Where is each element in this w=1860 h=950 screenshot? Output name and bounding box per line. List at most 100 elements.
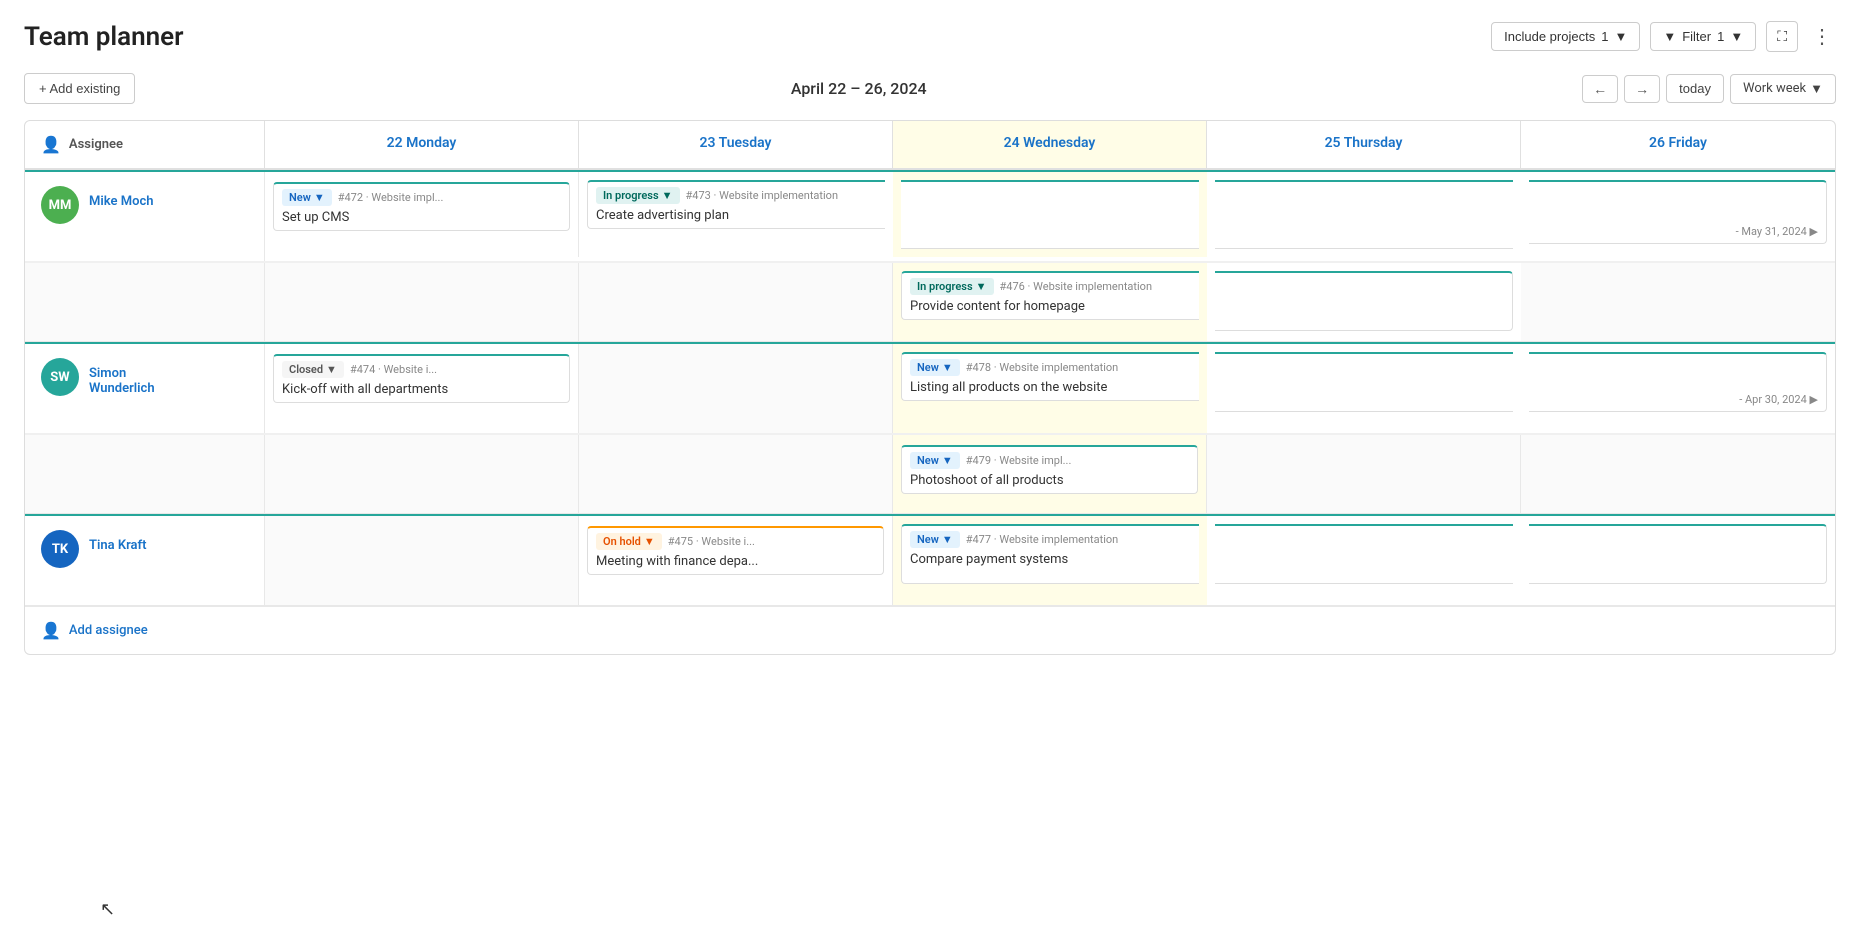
mike-name[interactable]: Mike Moch: [89, 186, 153, 209]
task-477-mid[interactable]: [1215, 524, 1513, 584]
tina-name[interactable]: Tina Kraft: [89, 530, 147, 553]
task-project-475: #475 · Website i...: [668, 535, 755, 548]
add-assignee-row[interactable]: 👤 Add assignee: [25, 606, 1835, 654]
cursor-indicator: ↖: [100, 899, 115, 920]
fullscreen-button[interactable]: ⛶: [1766, 21, 1798, 52]
badge-arrow-478: ▼: [942, 361, 953, 374]
prev-week-button[interactable]: ←: [1582, 75, 1618, 103]
simon-wednesday-cell: New ▼ #478 · Website implementation List…: [893, 344, 1207, 433]
status-badge-closed[interactable]: Closed ▼: [282, 361, 344, 378]
task-project-477: #477 · Website implementation: [966, 533, 1119, 546]
task-478-end[interactable]: - Apr 30, 2024 ▶: [1529, 352, 1827, 412]
task-473-end[interactable]: - May 31, 2024 ▶: [1529, 180, 1827, 244]
task-479-title: Photoshoot of all products: [910, 473, 1189, 488]
mike-thursday-cell: [1207, 172, 1521, 257]
view-chevron-icon: ▼: [1810, 81, 1823, 97]
mike-row-2: In progress ▼ #476 · Website implementat…: [25, 262, 1835, 342]
simon-avatar: SW: [41, 358, 79, 396]
add-assignee-label: Add assignee: [69, 623, 148, 638]
more-options-button[interactable]: ⋮: [1808, 20, 1836, 53]
page-title: Team planner: [24, 22, 184, 52]
task-474[interactable]: Closed ▼ #474 · Website i... Kick-off wi…: [273, 354, 570, 403]
task-475[interactable]: On hold ▼ #475 · Website i... Meeting wi…: [587, 526, 884, 575]
task-474-title: Kick-off with all departments: [282, 382, 561, 397]
filter-label: Filter: [1682, 29, 1711, 44]
status-badge-on-hold[interactable]: On hold ▼: [596, 533, 662, 550]
simon-friday-cell: - Apr 30, 2024 ▶: [1521, 344, 1835, 433]
filter-count: 1: [1717, 29, 1724, 44]
mike-row-1: MM Mike Moch New ▼ #472 · Website impl..…: [25, 172, 1835, 262]
tina-wednesday-cell: New ▼ #477 · Website implementation Comp…: [893, 516, 1207, 605]
simon-monday-cell-2: [265, 435, 579, 513]
mike-monday-cell-2: [265, 263, 579, 341]
badge-arrow: ▼: [662, 189, 673, 202]
friday-header: 26 Friday: [1521, 121, 1835, 168]
status-badge-new[interactable]: New ▼: [282, 189, 332, 206]
task-476-end[interactable]: [1215, 271, 1513, 331]
filter-icon: ▼: [1663, 29, 1676, 44]
status-badge-in-progress[interactable]: In progress ▼: [596, 187, 680, 204]
task-473-start[interactable]: In progress ▼ #473 · Website implementat…: [587, 180, 885, 229]
tina-monday-cell: [265, 516, 579, 605]
end-date-478: - Apr 30, 2024 ▶: [1739, 393, 1818, 406]
status-badge-new-477[interactable]: New ▼: [910, 531, 960, 548]
task-title: Create advertising plan: [596, 208, 877, 223]
badge-arrow-2: ▼: [976, 280, 987, 293]
simon-name[interactable]: SimonWunderlich: [89, 358, 155, 396]
status-badge-new-478[interactable]: New ▼: [910, 359, 960, 376]
filter-button[interactable]: ▼ Filter 1 ▼: [1650, 22, 1756, 51]
mike-friday-cell-2: [1521, 263, 1835, 341]
mike-avatar: MM: [41, 186, 79, 224]
task-475-title: Meeting with finance depa...: [596, 554, 875, 569]
task-478-start[interactable]: New ▼ #478 · Website implementation List…: [901, 352, 1199, 401]
task-478-mid[interactable]: [1215, 352, 1513, 412]
task-project-479: #479 · Website impl...: [966, 454, 1072, 467]
include-projects-label: Include projects: [1504, 29, 1595, 44]
task-title: Set up CMS: [282, 210, 561, 225]
date-range-label: April 22 – 26, 2024: [791, 79, 927, 98]
simon-wednesday-cell-2: New ▼ #479 · Website impl... Photoshoot …: [893, 435, 1207, 513]
view-select[interactable]: Work week ▼: [1730, 74, 1836, 104]
status-badge-in-progress-2[interactable]: In progress ▼: [910, 278, 994, 295]
add-assignee-icon: 👤: [41, 621, 61, 640]
task-477-start[interactable]: New ▼ #477 · Website implementation Comp…: [901, 524, 1199, 584]
mike-assignee-cell-2: [25, 263, 265, 341]
mike-tuesday-cell: In progress ▼ #473 · Website implementat…: [579, 172, 893, 257]
grid-header: 👤 Assignee 22 Monday 23 Tuesday 24 Wedne…: [25, 121, 1835, 170]
task-header: New ▼ #472 · Website impl...: [282, 189, 561, 206]
task-project-478: #478 · Website implementation: [966, 361, 1119, 374]
task-473-mid1[interactable]: [901, 180, 1199, 249]
mike-monday-cell: New ▼ #472 · Website impl... Set up CMS: [265, 172, 579, 257]
task-project-476: #476 · Website implementation: [1000, 280, 1153, 293]
task-472[interactable]: New ▼ #472 · Website impl... Set up CMS: [273, 182, 570, 231]
next-week-button[interactable]: →: [1624, 75, 1660, 103]
app-container: Team planner Include projects 1 ▼ ▼ Filt…: [0, 0, 1860, 950]
simon-friday-cell-2: [1521, 435, 1835, 513]
assignee-label: Assignee: [69, 137, 123, 152]
today-button[interactable]: today: [1666, 74, 1724, 103]
task-473-mid2[interactable]: [1215, 180, 1513, 249]
tina-avatar: TK: [41, 530, 79, 568]
view-label: Work week: [1743, 81, 1806, 96]
chevron-down-icon: ▼: [1730, 29, 1743, 44]
task-479[interactable]: New ▼ #479 · Website impl... Photoshoot …: [901, 445, 1198, 494]
include-projects-button[interactable]: Include projects 1 ▼: [1491, 22, 1640, 51]
assignee-icon: 👤: [41, 135, 61, 154]
badge-arrow-closed: ▼: [326, 363, 337, 376]
add-existing-button[interactable]: + Add existing: [24, 73, 135, 104]
badge-arrow-475: ▼: [644, 535, 655, 548]
simon-row-1: SW SimonWunderlich Closed ▼ #474 · Websi…: [25, 344, 1835, 434]
toolbar: + Add existing April 22 – 26, 2024 ← → t…: [24, 73, 1836, 104]
status-badge-new-479[interactable]: New ▼: [910, 452, 960, 469]
simon-tuesday-cell: [579, 344, 893, 433]
mike-wednesday-cell: [893, 172, 1207, 257]
task-project: #473 · Website implementation: [686, 189, 839, 202]
simon-thursday-cell: [1207, 344, 1521, 433]
task-project-474: #474 · Website i...: [350, 363, 437, 376]
include-projects-count: 1: [1601, 29, 1608, 44]
simon-row-2: New ▼ #479 · Website impl... Photoshoot …: [25, 434, 1835, 514]
mike-tuesday-cell-2: [579, 263, 893, 341]
simon-thursday-cell-2: [1207, 435, 1521, 513]
task-477-end[interactable]: [1529, 524, 1827, 584]
task-476-start[interactable]: In progress ▼ #476 · Website implementat…: [901, 271, 1199, 320]
